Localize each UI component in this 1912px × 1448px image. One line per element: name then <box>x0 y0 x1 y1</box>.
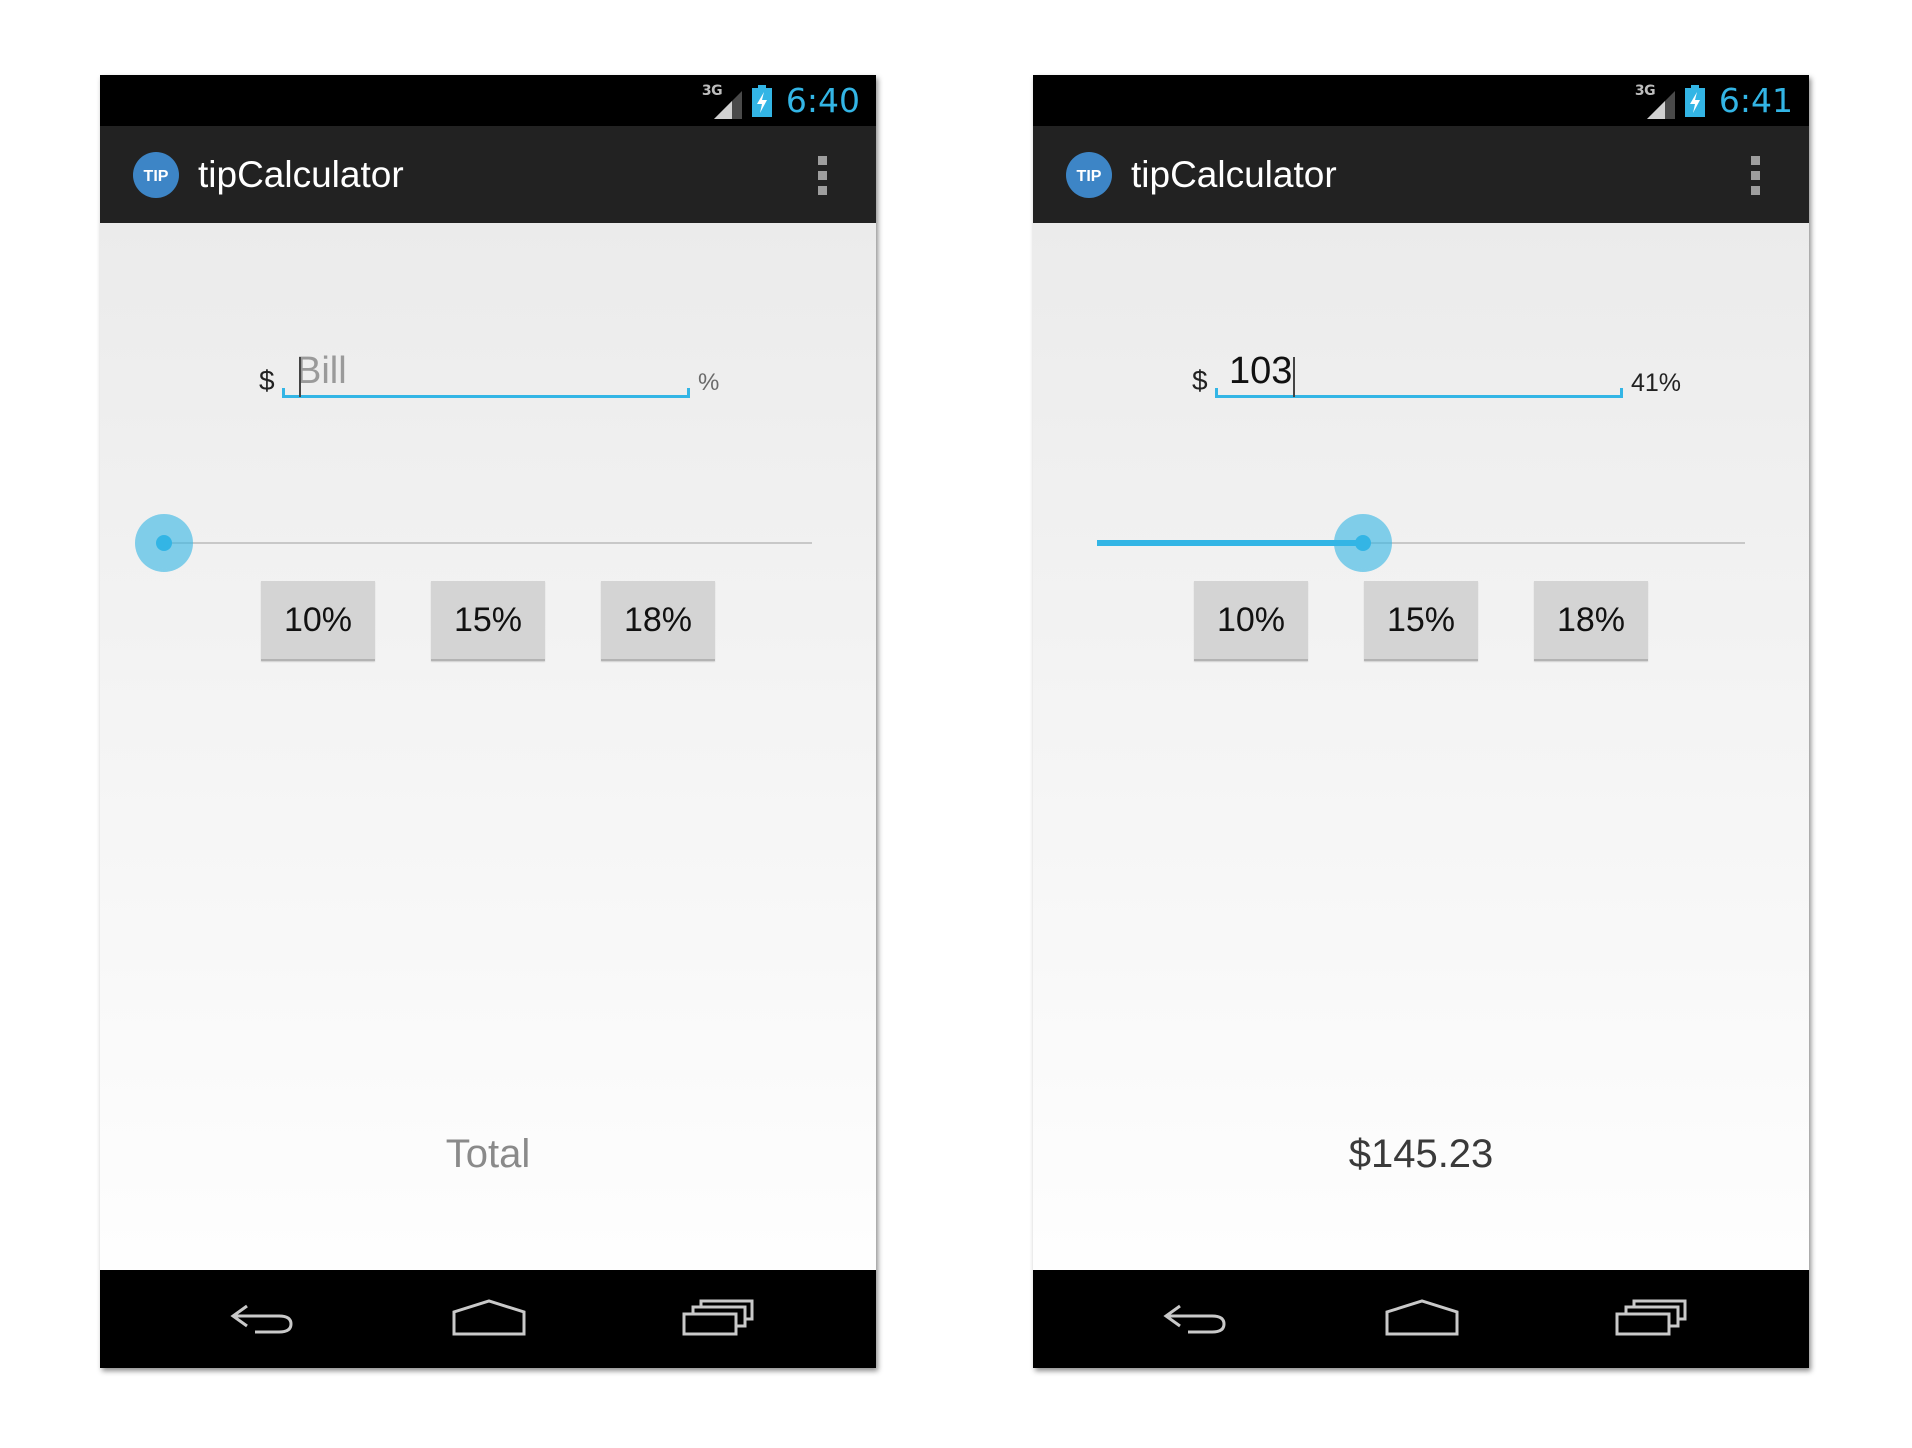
tip-10-button[interactable]: 10% <box>261 581 375 661</box>
phone-screen-left: 3G 6:40 TIP tipCalculator $ Bill % 10% 1… <box>100 75 876 1368</box>
action-bar: TIP tipCalculator <box>1033 126 1809 223</box>
status-icons: 3G 6:41 <box>1635 75 1793 126</box>
tip-percent-label: % <box>698 369 720 396</box>
total-amount: $145.23 <box>1348 1132 1494 1176</box>
seekbar-thumb[interactable] <box>135 514 193 572</box>
main-content: $ % 10% 15% 18% Total <box>100 223 876 1270</box>
total-amount: Total <box>445 1132 531 1176</box>
status-bar: 3G 6:41 <box>1033 75 1809 126</box>
back-icon[interactable] <box>1160 1298 1230 1338</box>
app-icon-label: TIP <box>1077 168 1102 185</box>
recent-apps-icon[interactable] <box>1614 1298 1688 1338</box>
input-underline-tick-right <box>687 388 690 398</box>
currency-symbol: $ <box>259 365 275 396</box>
text-cursor <box>1293 357 1295 397</box>
phone-screen-right: 3G 6:41 TIP tipCalculator $ 103 41% 10% … <box>1033 75 1809 1368</box>
overflow-menu-icon[interactable] <box>1751 156 1761 196</box>
app-icon-label: TIP <box>144 168 169 185</box>
signal-icon: 3G <box>1635 83 1675 119</box>
tip-15-button[interactable]: 15% <box>431 581 545 661</box>
status-icons: 3G 6:40 <box>702 75 860 126</box>
input-underline-tick-left <box>282 388 285 398</box>
battery-charging-icon <box>751 84 772 117</box>
seekbar-track <box>164 542 812 544</box>
status-clock: 6:40 <box>785 81 860 120</box>
tip-10-button[interactable]: 10% <box>1194 581 1308 661</box>
tip-18-button[interactable]: 18% <box>1534 581 1648 661</box>
tip-app-icon[interactable]: TIP <box>1066 152 1112 198</box>
home-icon[interactable] <box>1384 1298 1460 1338</box>
app-title: tipCalculator <box>1131 154 1337 195</box>
bill-input[interactable] <box>1215 348 1623 398</box>
tip-15-button[interactable]: 15% <box>1364 581 1478 661</box>
app-title: tipCalculator <box>198 154 404 195</box>
input-underline-tick-left <box>1215 388 1218 398</box>
main-content: $ 41% 10% 15% 18% $145.23 <box>1033 223 1809 1270</box>
navigation-bar <box>1033 1270 1809 1368</box>
status-bar: 3G 6:40 <box>100 75 876 126</box>
navigation-bar <box>100 1270 876 1368</box>
home-icon[interactable] <box>451 1298 527 1338</box>
tip-app-icon[interactable]: TIP <box>133 152 179 198</box>
tip-18-button[interactable]: 18% <box>601 581 715 661</box>
seekbar-thumb[interactable] <box>1333 514 1392 572</box>
signal-icon: 3G <box>702 83 742 119</box>
back-icon[interactable] <box>227 1298 297 1338</box>
action-bar: TIP tipCalculator <box>100 126 876 223</box>
currency-symbol: $ <box>1192 365 1208 396</box>
tip-percent-seekbar[interactable] <box>135 513 812 573</box>
bill-input[interactable] <box>282 348 690 398</box>
recent-apps-icon[interactable] <box>681 1298 755 1338</box>
seekbar-progress <box>1097 540 1363 546</box>
tip-percent-seekbar[interactable] <box>1097 513 1745 573</box>
tip-percent-label: 41% <box>1631 369 1682 397</box>
battery-charging-icon <box>1684 84 1705 117</box>
text-cursor <box>299 357 301 397</box>
overflow-menu-icon[interactable] <box>818 156 828 196</box>
status-clock: 6:41 <box>1718 81 1793 120</box>
input-underline-tick-right <box>1620 388 1623 398</box>
